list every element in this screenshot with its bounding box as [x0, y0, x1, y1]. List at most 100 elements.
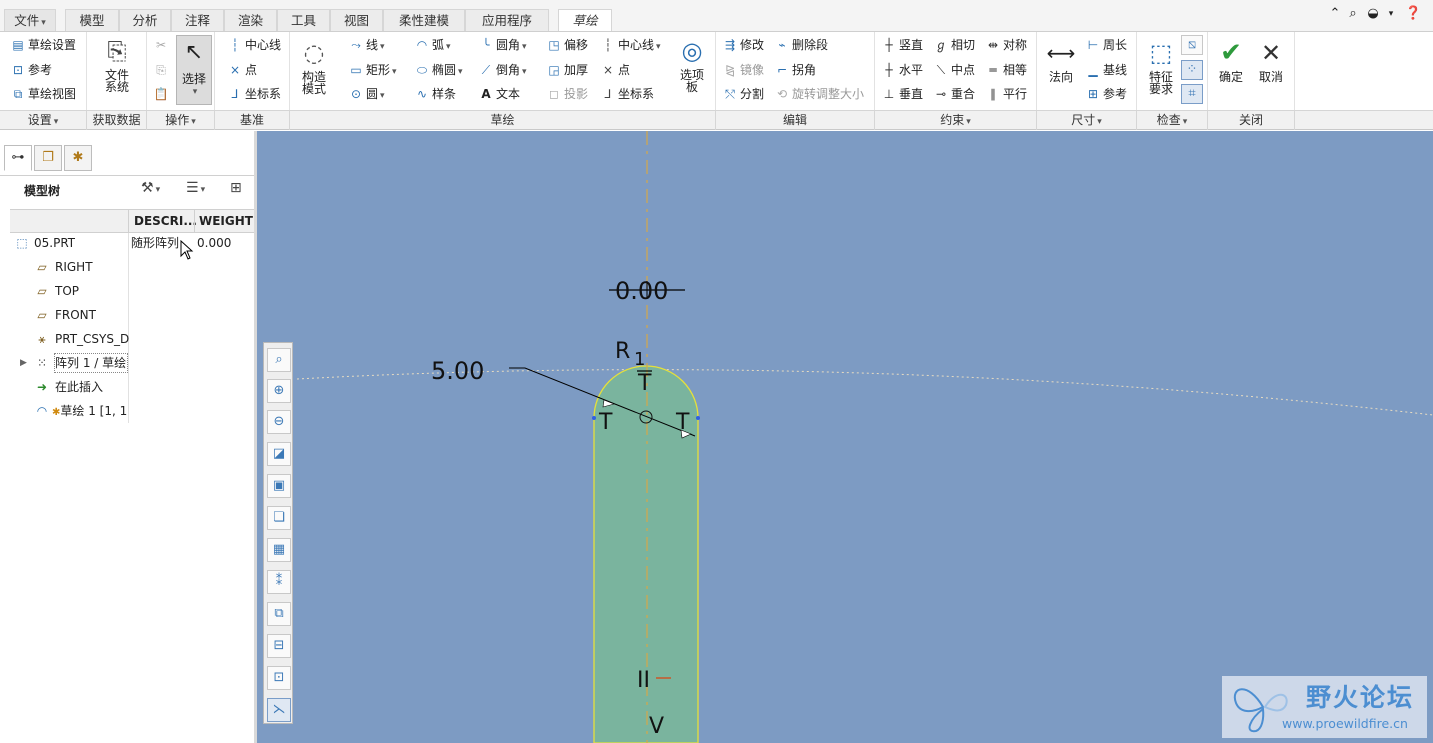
parallel-constraint[interactable]: II — [637, 668, 650, 693]
references-button[interactable]: ⊡ 参考 — [10, 60, 52, 80]
group-label-inspect[interactable]: 检查 ▾ — [1137, 111, 1208, 130]
column-weight[interactable]: WEIGHT — [199, 214, 253, 228]
tree-row-sketch[interactable]: ◠ ✱草绘 1 [1, 1 — [0, 400, 254, 422]
corner-button[interactable]: ⌐ 拐角 — [774, 60, 816, 80]
expand-arrow-icon[interactable]: ▶ — [20, 352, 27, 374]
perimeter-button[interactable]: ⊢ 周长 — [1085, 35, 1127, 55]
midpoint-constraint-button[interactable]: ⟍ 中点 — [933, 60, 975, 80]
tab-render[interactable]: 渲染 — [224, 9, 277, 31]
ok-button[interactable]: ✔ 确定 — [1214, 38, 1248, 83]
select-button[interactable]: ↖ 选择 ▾ — [176, 35, 212, 105]
vertical-constraint-button[interactable]: ┼ 竖直 — [881, 35, 923, 55]
tree-row-top[interactable]: ▱ TOP — [0, 280, 254, 302]
sketch-canvas[interactable]: 0.00 5.00 R 1 T T T II V — [257, 131, 1433, 743]
open-ends-toggle[interactable]: ⁘ — [1181, 60, 1203, 80]
sketch-setup-button[interactable]: ▤ 草绘设置 — [10, 35, 76, 55]
divide-button[interactable]: ⤲ 分割 — [722, 84, 764, 104]
line-button[interactable]: ⤳ 线 ▾ — [348, 35, 384, 55]
vertex-display-button[interactable]: ⋋ — [267, 698, 291, 722]
palette-button[interactable]: ◎ 选项 板 — [674, 36, 710, 93]
datum-csys-button[interactable]: ⅃ 坐标系 — [227, 84, 281, 104]
search-icon[interactable]: ⌕ — [1345, 5, 1361, 23]
tab-tools[interactable]: 工具 — [277, 9, 330, 31]
group-label-constrain[interactable]: 约束 ▾ — [875, 111, 1037, 130]
column-description[interactable]: DESCRI... — [134, 214, 197, 228]
tab-favorites[interactable]: ✱ — [64, 145, 92, 171]
point-button[interactable]: × 点 — [600, 60, 630, 80]
tab-model-tree[interactable]: ⊶ — [4, 145, 32, 171]
offset-button[interactable]: ◳ 偏移 — [546, 35, 588, 55]
baseline-button[interactable]: ▁ 基线 — [1085, 60, 1127, 80]
rotate-resize-button[interactable]: ⟲ 旋转调整大小 — [774, 84, 864, 104]
zoom-in-button[interactable]: ⊕ — [267, 379, 291, 403]
tree-row-part[interactable]: ⬚ 05.PRT 随形阵列 0.000 — [0, 232, 254, 254]
refit-button[interactable]: ⌕ — [267, 348, 291, 372]
perspective-button[interactable]: ⧉ — [267, 602, 291, 626]
repaint-button[interactable]: ◪ — [267, 442, 291, 466]
datum-centerline-button[interactable]: ┆ 中心线 — [227, 35, 281, 55]
view-manager-button[interactable]: ▦ — [267, 538, 291, 562]
tree-row-insert-here[interactable]: ➜ 在此插入 — [0, 376, 254, 398]
project-button[interactable]: ◻ 投影 — [546, 84, 588, 104]
tab-sketch[interactable]: 草绘 — [558, 9, 612, 32]
sketch-view-button[interactable]: ⧉ 草绘视图 — [10, 84, 76, 104]
perpendicular-constraint-button[interactable]: ⊥ 垂直 — [881, 84, 923, 104]
file-system-button[interactable]: ⎘ 文件 系统 — [99, 36, 135, 93]
mirror-button[interactable]: ⧎ 镜像 — [722, 60, 764, 80]
centerline-button[interactable]: ┆ 中心线 ▾ — [600, 35, 660, 55]
tangent-constraint-left[interactable]: T — [598, 410, 613, 435]
coincident-constraint-button[interactable]: ⊸ 重合 — [933, 84, 975, 104]
graphics-window[interactable]: 0.00 5.00 R 1 T T T II V — [257, 131, 1433, 743]
tree-row-pattern[interactable]: ▶ ⁙ 阵列 1 / 草绘 — [0, 352, 254, 374]
thicken-button[interactable]: ◲ 加厚 — [546, 60, 588, 80]
reference-dimension-button[interactable]: ⊞ 参考 — [1085, 84, 1127, 104]
constraint-display-button[interactable]: ⊡ — [267, 666, 291, 690]
tree-filter-button[interactable]: ⊞ — [230, 180, 242, 196]
tab-view[interactable]: 视图 — [330, 9, 383, 31]
tangent-constraint-top[interactable]: T — [637, 371, 652, 396]
tab-analysis[interactable]: 分析 — [119, 9, 171, 31]
shade-closed-loops-toggle[interactable]: ⌗ — [1181, 84, 1203, 104]
equal-constraint-button[interactable]: ═ 相等 — [985, 60, 1027, 80]
symmetric-constraint-button[interactable]: ⇹ 对称 — [985, 35, 1027, 55]
group-label-dimension[interactable]: 尺寸 ▾ — [1037, 111, 1137, 130]
tab-annotate[interactable]: 注释 — [171, 9, 224, 31]
overlapping-geometry-toggle[interactable]: ⧅ — [1181, 35, 1203, 55]
tab-applications[interactable]: 应用程序 — [465, 9, 549, 31]
tab-model[interactable]: 模型 — [65, 9, 119, 31]
tree-settings-button[interactable]: ⚒ ▾ — [141, 180, 160, 196]
tree-row-front[interactable]: ▱ FRONT — [0, 304, 254, 326]
tree-columns-button[interactable]: ☰ ▾ — [186, 180, 205, 196]
fillet-button[interactable]: ╰ 圆角 ▾ — [478, 35, 526, 55]
community-icon[interactable]: ◒ — [1365, 5, 1381, 23]
group-label-setup[interactable]: 设置 ▾ — [0, 111, 87, 130]
file-menu[interactable]: 文件 ▾ — [4, 9, 56, 31]
dimension-display-button[interactable]: ⊟ — [267, 634, 291, 658]
text-button[interactable]: A 文本 — [478, 84, 520, 104]
cut-button[interactable]: ✂ — [153, 35, 171, 55]
vertical-constraint[interactable]: V — [649, 714, 664, 739]
display-style-button[interactable]: ▣ — [267, 474, 291, 498]
tree-row-right[interactable]: ▱ RIGHT — [0, 256, 254, 278]
arc-button[interactable]: ◠ 弧 ▾ — [414, 35, 451, 55]
tab-folder-browser[interactable]: ❐ — [34, 145, 62, 171]
help-icon[interactable]: ❓ — [1405, 5, 1421, 23]
collapse-ribbon-icon[interactable]: ⌃ — [1327, 5, 1343, 23]
group-label-operations[interactable]: 操作 ▾ — [147, 111, 215, 130]
datum-display-button[interactable]: ⁑ — [267, 570, 291, 594]
tangent-constraint-right[interactable]: T — [675, 410, 690, 435]
dimension-diameter[interactable]: 5.00 — [431, 357, 484, 385]
tree-row-csys[interactable]: ⚹ PRT_CSYS_DE — [0, 328, 254, 350]
delete-segment-button[interactable]: ⌁ 删除段 — [774, 35, 828, 55]
dimension-horizontal[interactable]: 0.00 — [615, 277, 668, 305]
saved-orientations-button[interactable]: ❏ — [267, 506, 291, 530]
tangent-constraint-button[interactable]: ℊ 相切 — [933, 35, 975, 55]
normal-dimension-button[interactable]: ⟷ 法向 — [1043, 38, 1079, 83]
copy-button[interactable]: ⎘ — [153, 60, 171, 80]
paste-button[interactable]: 📋 — [153, 84, 171, 104]
ellipse-button[interactable]: ⬭ 椭圆 ▾ — [414, 60, 463, 80]
cancel-button[interactable]: ✕ 取消 — [1254, 38, 1288, 83]
circle-button[interactable]: ⊙ 圆 ▾ — [348, 84, 385, 104]
chamfer-button[interactable]: ⟋ 倒角 ▾ — [478, 60, 527, 80]
feature-requirements-button[interactable]: ⬚ 特征 要求 — [1143, 38, 1179, 95]
